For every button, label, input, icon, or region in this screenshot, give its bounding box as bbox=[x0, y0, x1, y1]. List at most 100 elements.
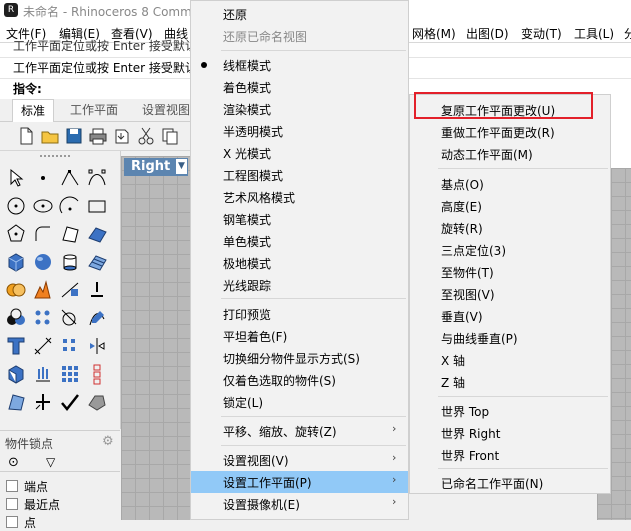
menu-item-technical[interactable]: 工程图模式 bbox=[191, 164, 408, 186]
arc-icon[interactable] bbox=[59, 195, 81, 217]
menu-item-subd-display[interactable]: 切换细分物件显示方式(S) bbox=[191, 347, 408, 369]
menu-item-set-view[interactable]: 设置视图(V) › bbox=[191, 449, 408, 471]
osnap-near-checkbox[interactable] bbox=[6, 498, 18, 510]
import-icon[interactable] bbox=[112, 126, 132, 146]
menu-item-arctic[interactable]: 极地模式 bbox=[191, 252, 408, 274]
menu-item-pen[interactable]: 钢笔模式 bbox=[191, 208, 408, 230]
split-icon[interactable] bbox=[59, 279, 81, 301]
new-file-icon[interactable] bbox=[16, 126, 36, 146]
polyline-icon[interactable] bbox=[59, 167, 81, 189]
menu-item-flat-shade[interactable]: 平坦着色(F) bbox=[191, 325, 408, 347]
grip-handle[interactable] bbox=[40, 155, 70, 160]
submenu-item-world-top[interactable]: 世界 Top bbox=[410, 399, 610, 421]
submenu-item-world-front[interactable]: 世界 Front bbox=[410, 443, 610, 465]
array-icon[interactable] bbox=[32, 307, 54, 329]
submenu-item-world-right[interactable]: 世界 Right bbox=[410, 421, 610, 443]
chevron-down-icon[interactable]: ▼ bbox=[176, 159, 187, 174]
submenu-item-perp-curve[interactable]: 与曲线垂直(P) bbox=[410, 326, 610, 348]
target-icon[interactable]: ⊙ bbox=[8, 455, 19, 470]
menu-transform[interactable]: 变动(T) bbox=[521, 25, 562, 42]
mesh-plane-icon[interactable] bbox=[86, 251, 108, 273]
ellipse-icon[interactable] bbox=[32, 195, 54, 217]
menu-item-xray[interactable]: X 光模式 bbox=[191, 142, 408, 164]
save-icon[interactable] bbox=[64, 126, 84, 146]
menu-item-restore[interactable]: 还原 bbox=[191, 3, 408, 25]
filter-icon[interactable]: ▽ bbox=[46, 455, 55, 469]
dimension-icon[interactable] bbox=[32, 335, 54, 357]
submenu-item-elevation[interactable]: 高度(E) bbox=[410, 194, 610, 216]
osnap-endpoint-checkbox[interactable] bbox=[6, 480, 18, 492]
mirror-icon[interactable] bbox=[86, 335, 108, 357]
menu-item-shade-selected[interactable]: 仅着色选取的物件(S) bbox=[191, 369, 408, 391]
check-icon[interactable] bbox=[59, 391, 81, 413]
menu-tools[interactable]: 工具(L) bbox=[574, 25, 614, 42]
submenu-item-redo-cplane[interactable]: 重做工作平面更改(R) bbox=[410, 120, 610, 142]
menu-item-lock[interactable]: 锁定(L) bbox=[191, 391, 408, 413]
display-context-menu: 还原 还原已命名视图 线框模式 着色模式 渲染模式 半透明模式 X 光模式 工程… bbox=[190, 0, 409, 520]
menu-item-pan-zoom-rotate[interactable]: 平移、缩放、旋转(Z) › bbox=[191, 420, 408, 442]
surface-edit-icon[interactable] bbox=[5, 391, 27, 413]
linear-array-icon[interactable] bbox=[86, 363, 108, 385]
submenu-item-3-point[interactable]: 三点定位(3) bbox=[410, 238, 610, 260]
submenu-item-to-view[interactable]: 至视图(V) bbox=[410, 282, 610, 304]
curve-cv-icon[interactable] bbox=[86, 167, 108, 189]
tab-cplanes[interactable]: 工作平面 bbox=[62, 99, 126, 121]
join-icon[interactable] bbox=[86, 279, 108, 301]
command-prompt[interactable]: 指令: bbox=[13, 80, 42, 97]
copy-icon[interactable] bbox=[160, 126, 180, 146]
menu-item-shaded[interactable]: 着色模式 bbox=[191, 76, 408, 98]
tab-standard[interactable]: 标准 bbox=[12, 99, 55, 122]
cut-icon[interactable] bbox=[136, 126, 156, 146]
submenu-item-origin[interactable]: 基点(O) bbox=[410, 172, 610, 194]
submenu-item-z-axis[interactable]: Z 轴 bbox=[410, 370, 610, 392]
menu-item-wireframe[interactable]: 线框模式 bbox=[191, 54, 408, 76]
submenu-item-rotate[interactable]: 旋转(R) bbox=[410, 216, 610, 238]
gear-icon[interactable]: ⚙ bbox=[102, 434, 114, 449]
grid-points-icon[interactable] bbox=[59, 335, 81, 357]
text-object-icon[interactable] bbox=[5, 335, 27, 357]
gumball-icon[interactable] bbox=[32, 391, 54, 413]
boolean-icon[interactable] bbox=[5, 279, 27, 301]
osnap-point-checkbox[interactable] bbox=[6, 516, 18, 528]
viewport-title-tab[interactable]: Right ▼ bbox=[124, 158, 188, 176]
cylinder-icon[interactable] bbox=[59, 251, 81, 273]
extrude-icon[interactable] bbox=[32, 363, 54, 385]
viewport-right[interactable] bbox=[121, 156, 191, 520]
explode-icon[interactable] bbox=[32, 279, 54, 301]
select-arrow-icon[interactable] bbox=[5, 167, 27, 189]
submenu-item-to-object[interactable]: 至物件(T) bbox=[410, 260, 610, 282]
open-folder-icon[interactable] bbox=[40, 126, 60, 146]
sphere-icon[interactable] bbox=[32, 251, 54, 273]
fillet-curve-icon[interactable] bbox=[32, 223, 54, 245]
submenu-item-dynamic-cplane[interactable]: 动态工作平面(M) bbox=[410, 142, 610, 164]
scale-icon[interactable] bbox=[59, 307, 81, 329]
box-icon[interactable] bbox=[5, 251, 27, 273]
menu-more[interactable]: 分 bbox=[624, 25, 631, 42]
menu-item-set-camera[interactable]: 设置摄像机(E) › bbox=[191, 493, 408, 515]
menu-item-raytraced[interactable]: 光线跟踪 bbox=[191, 274, 408, 296]
menu-item-rendered[interactable]: 渲染模式 bbox=[191, 98, 408, 120]
rectangle-icon[interactable] bbox=[86, 195, 108, 217]
tab-set-view[interactable]: 设置视图 bbox=[134, 99, 198, 121]
menu-layout[interactable]: 出图(D) bbox=[466, 25, 509, 42]
print-icon[interactable] bbox=[88, 126, 108, 146]
group-icon[interactable] bbox=[5, 307, 27, 329]
surface-corners-icon[interactable] bbox=[59, 223, 81, 245]
submenu-item-x-axis[interactable]: X 轴 bbox=[410, 348, 610, 370]
polygon-icon[interactable] bbox=[5, 223, 27, 245]
menu-item-print-preview[interactable]: 打印预览 bbox=[191, 303, 408, 325]
menu-item-artistic[interactable]: 艺术风格模式 bbox=[191, 186, 408, 208]
menu-mesh[interactable]: 网格(M) bbox=[412, 25, 456, 42]
menu-item-monochrome[interactable]: 单色模式 bbox=[191, 230, 408, 252]
submenu-item-named-cplanes[interactable]: 已命名工作平面(N) bbox=[410, 471, 610, 493]
shaded-object-icon[interactable] bbox=[86, 391, 108, 413]
edit-curve-icon[interactable] bbox=[86, 307, 108, 329]
grid-array-icon[interactable] bbox=[59, 363, 81, 385]
menu-item-ghosted[interactable]: 半透明模式 bbox=[191, 120, 408, 142]
surface-blue-icon[interactable] bbox=[86, 223, 108, 245]
box-edit-icon[interactable] bbox=[5, 363, 27, 385]
submenu-item-vertical[interactable]: 垂直(V) bbox=[410, 304, 610, 326]
point-icon[interactable] bbox=[32, 167, 54, 189]
circle-icon[interactable] bbox=[5, 195, 27, 217]
menu-item-set-cplane[interactable]: 设置工作平面(P) › bbox=[191, 471, 408, 493]
